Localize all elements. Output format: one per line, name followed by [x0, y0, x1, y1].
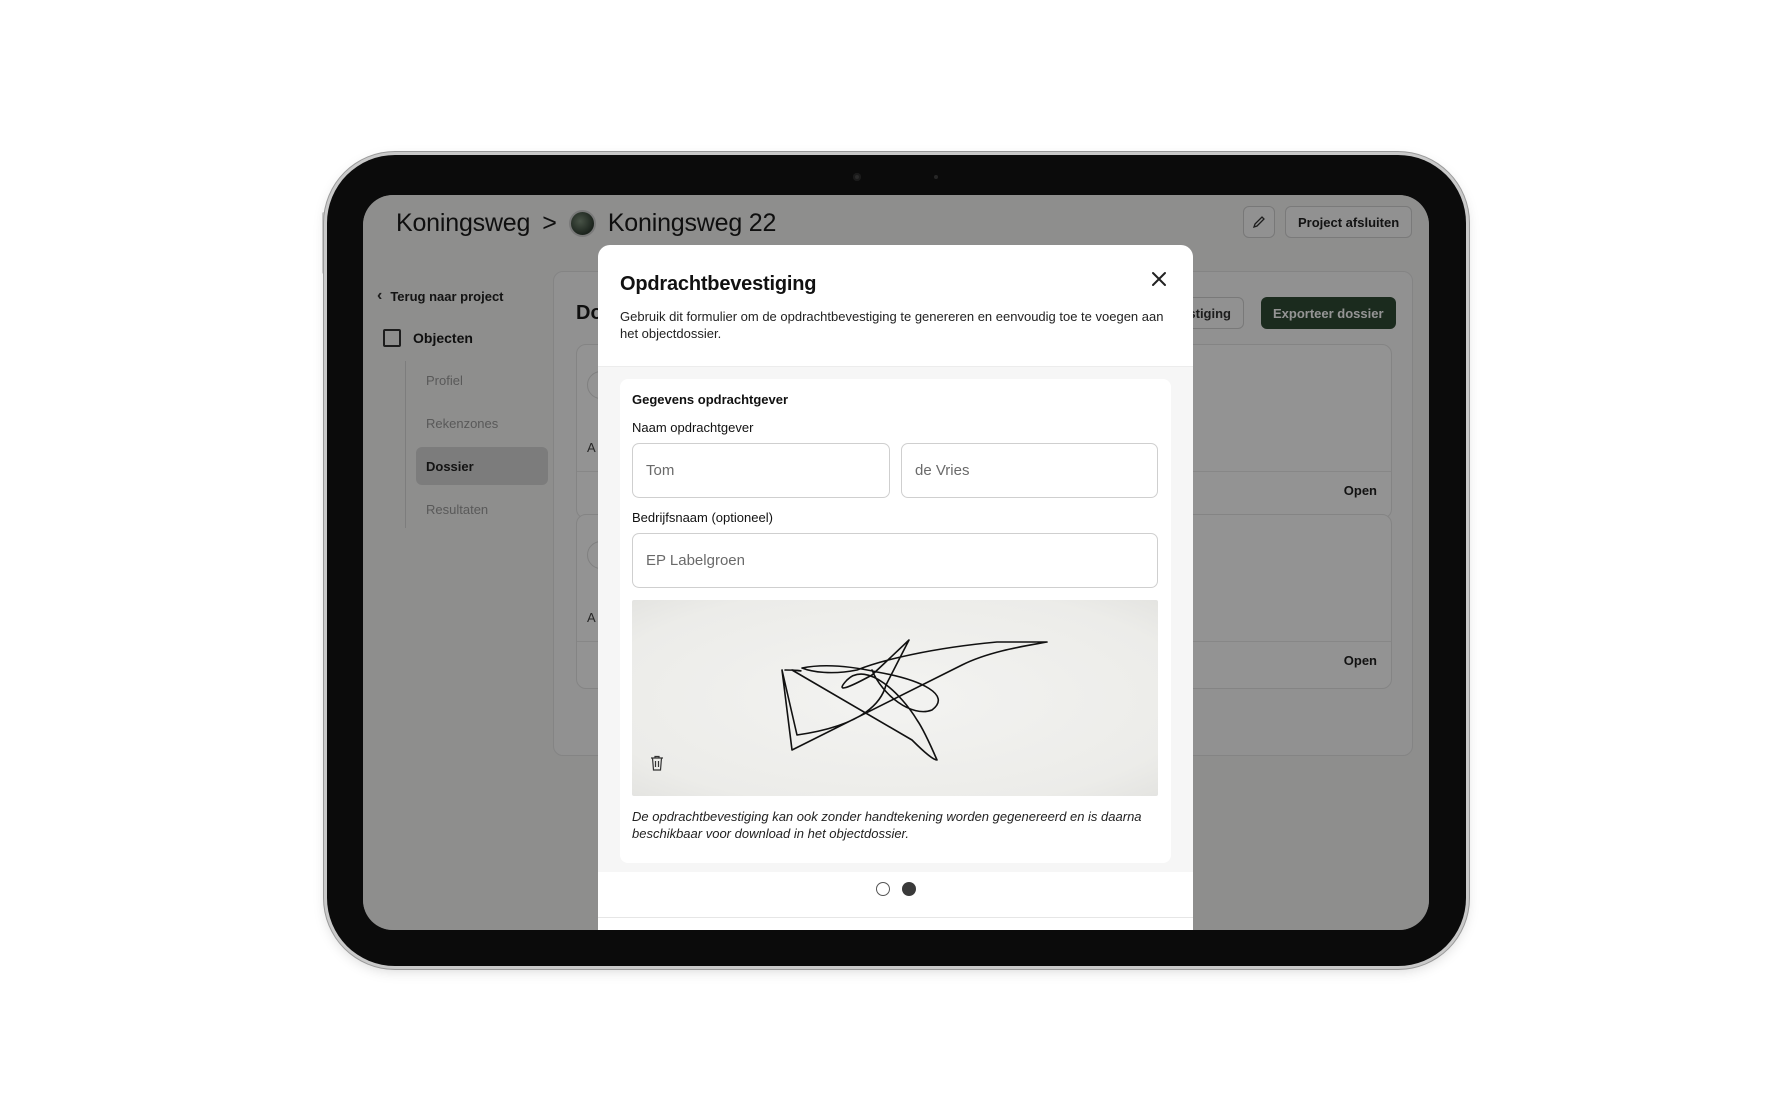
opdrachtbevestiging-modal: Opdrachtbevestiging Gebruik dit formulie…: [598, 245, 1193, 930]
company-label: Bedrijfsnaam (optioneel): [632, 510, 773, 525]
signature-note: De opdrachtbevestiging kan ook zonder ha…: [632, 809, 1142, 841]
signature-pad[interactable]: [632, 600, 1158, 796]
step-dot-1[interactable]: [875, 882, 890, 896]
power-button: [322, 212, 326, 274]
trash-icon[interactable]: [650, 755, 664, 771]
client-form: Gegevens opdrachtgever Naam opdrachtgeve…: [620, 379, 1171, 863]
tablet-screen: Koningsweg > Koningsweg 22 Project afslu…: [363, 195, 1429, 930]
signature-drawing: [781, 639, 1048, 761]
last-name-input[interactable]: de Vries: [901, 443, 1158, 498]
modal-title: Opdrachtbevestiging: [620, 273, 817, 295]
company-input[interactable]: EP Labelgroen: [632, 533, 1158, 588]
section-title: Gegevens opdrachtgever: [632, 392, 789, 407]
step-dot-2[interactable]: [901, 882, 916, 896]
step-indicator: [598, 882, 1193, 896]
name-label: Naam opdrachtgever: [632, 420, 754, 435]
modal-description: Gebruik dit formulier om de opdrachtbeve…: [620, 309, 1164, 341]
light-sensor: [934, 175, 938, 179]
front-camera: [853, 173, 861, 181]
modal-footer-divider: [598, 917, 1193, 918]
modal-body: Gegevens opdrachtgever Naam opdrachtgeve…: [598, 366, 1193, 872]
close-icon[interactable]: [1149, 269, 1169, 289]
first-name-input[interactable]: Tom: [632, 443, 890, 498]
modal-header: Opdrachtbevestiging Gebruik dit formulie…: [598, 245, 1193, 365]
